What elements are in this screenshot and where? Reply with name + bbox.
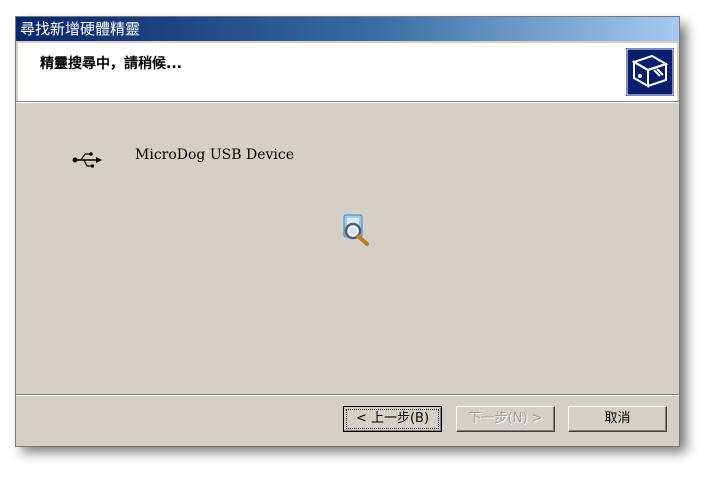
next-button[interactable]: 下一步(N) > — [456, 406, 555, 432]
usb-icon — [72, 150, 104, 170]
back-button[interactable]: < 上一步(B) — [343, 406, 442, 432]
hardware-wizard-icon — [626, 48, 674, 96]
footer-separator — [16, 394, 679, 396]
cancel-button-label: 取消 — [604, 411, 631, 426]
hardware-wizard-dialog: 尋找新增硬體精靈 精靈搜尋中，請稍候... MicroDog USB Devic… — [15, 16, 680, 447]
header-separator — [16, 101, 679, 103]
header-title: 精靈搜尋中，請稍候... — [40, 56, 182, 72]
search-magnifier-icon — [338, 213, 374, 249]
wizard-header: 精靈搜尋中，請稍候... — [18, 43, 677, 101]
cancel-button[interactable]: 取消 — [568, 406, 667, 432]
device-name: MicroDog USB Device — [135, 147, 294, 163]
next-button-label: 下一步(N) > — [468, 411, 543, 426]
title-bar[interactable]: 尋找新增硬體精靈 — [16, 17, 679, 41]
back-button-label: < 上一步(B) — [346, 409, 439, 429]
window-title: 尋找新增硬體精靈 — [20, 20, 141, 38]
